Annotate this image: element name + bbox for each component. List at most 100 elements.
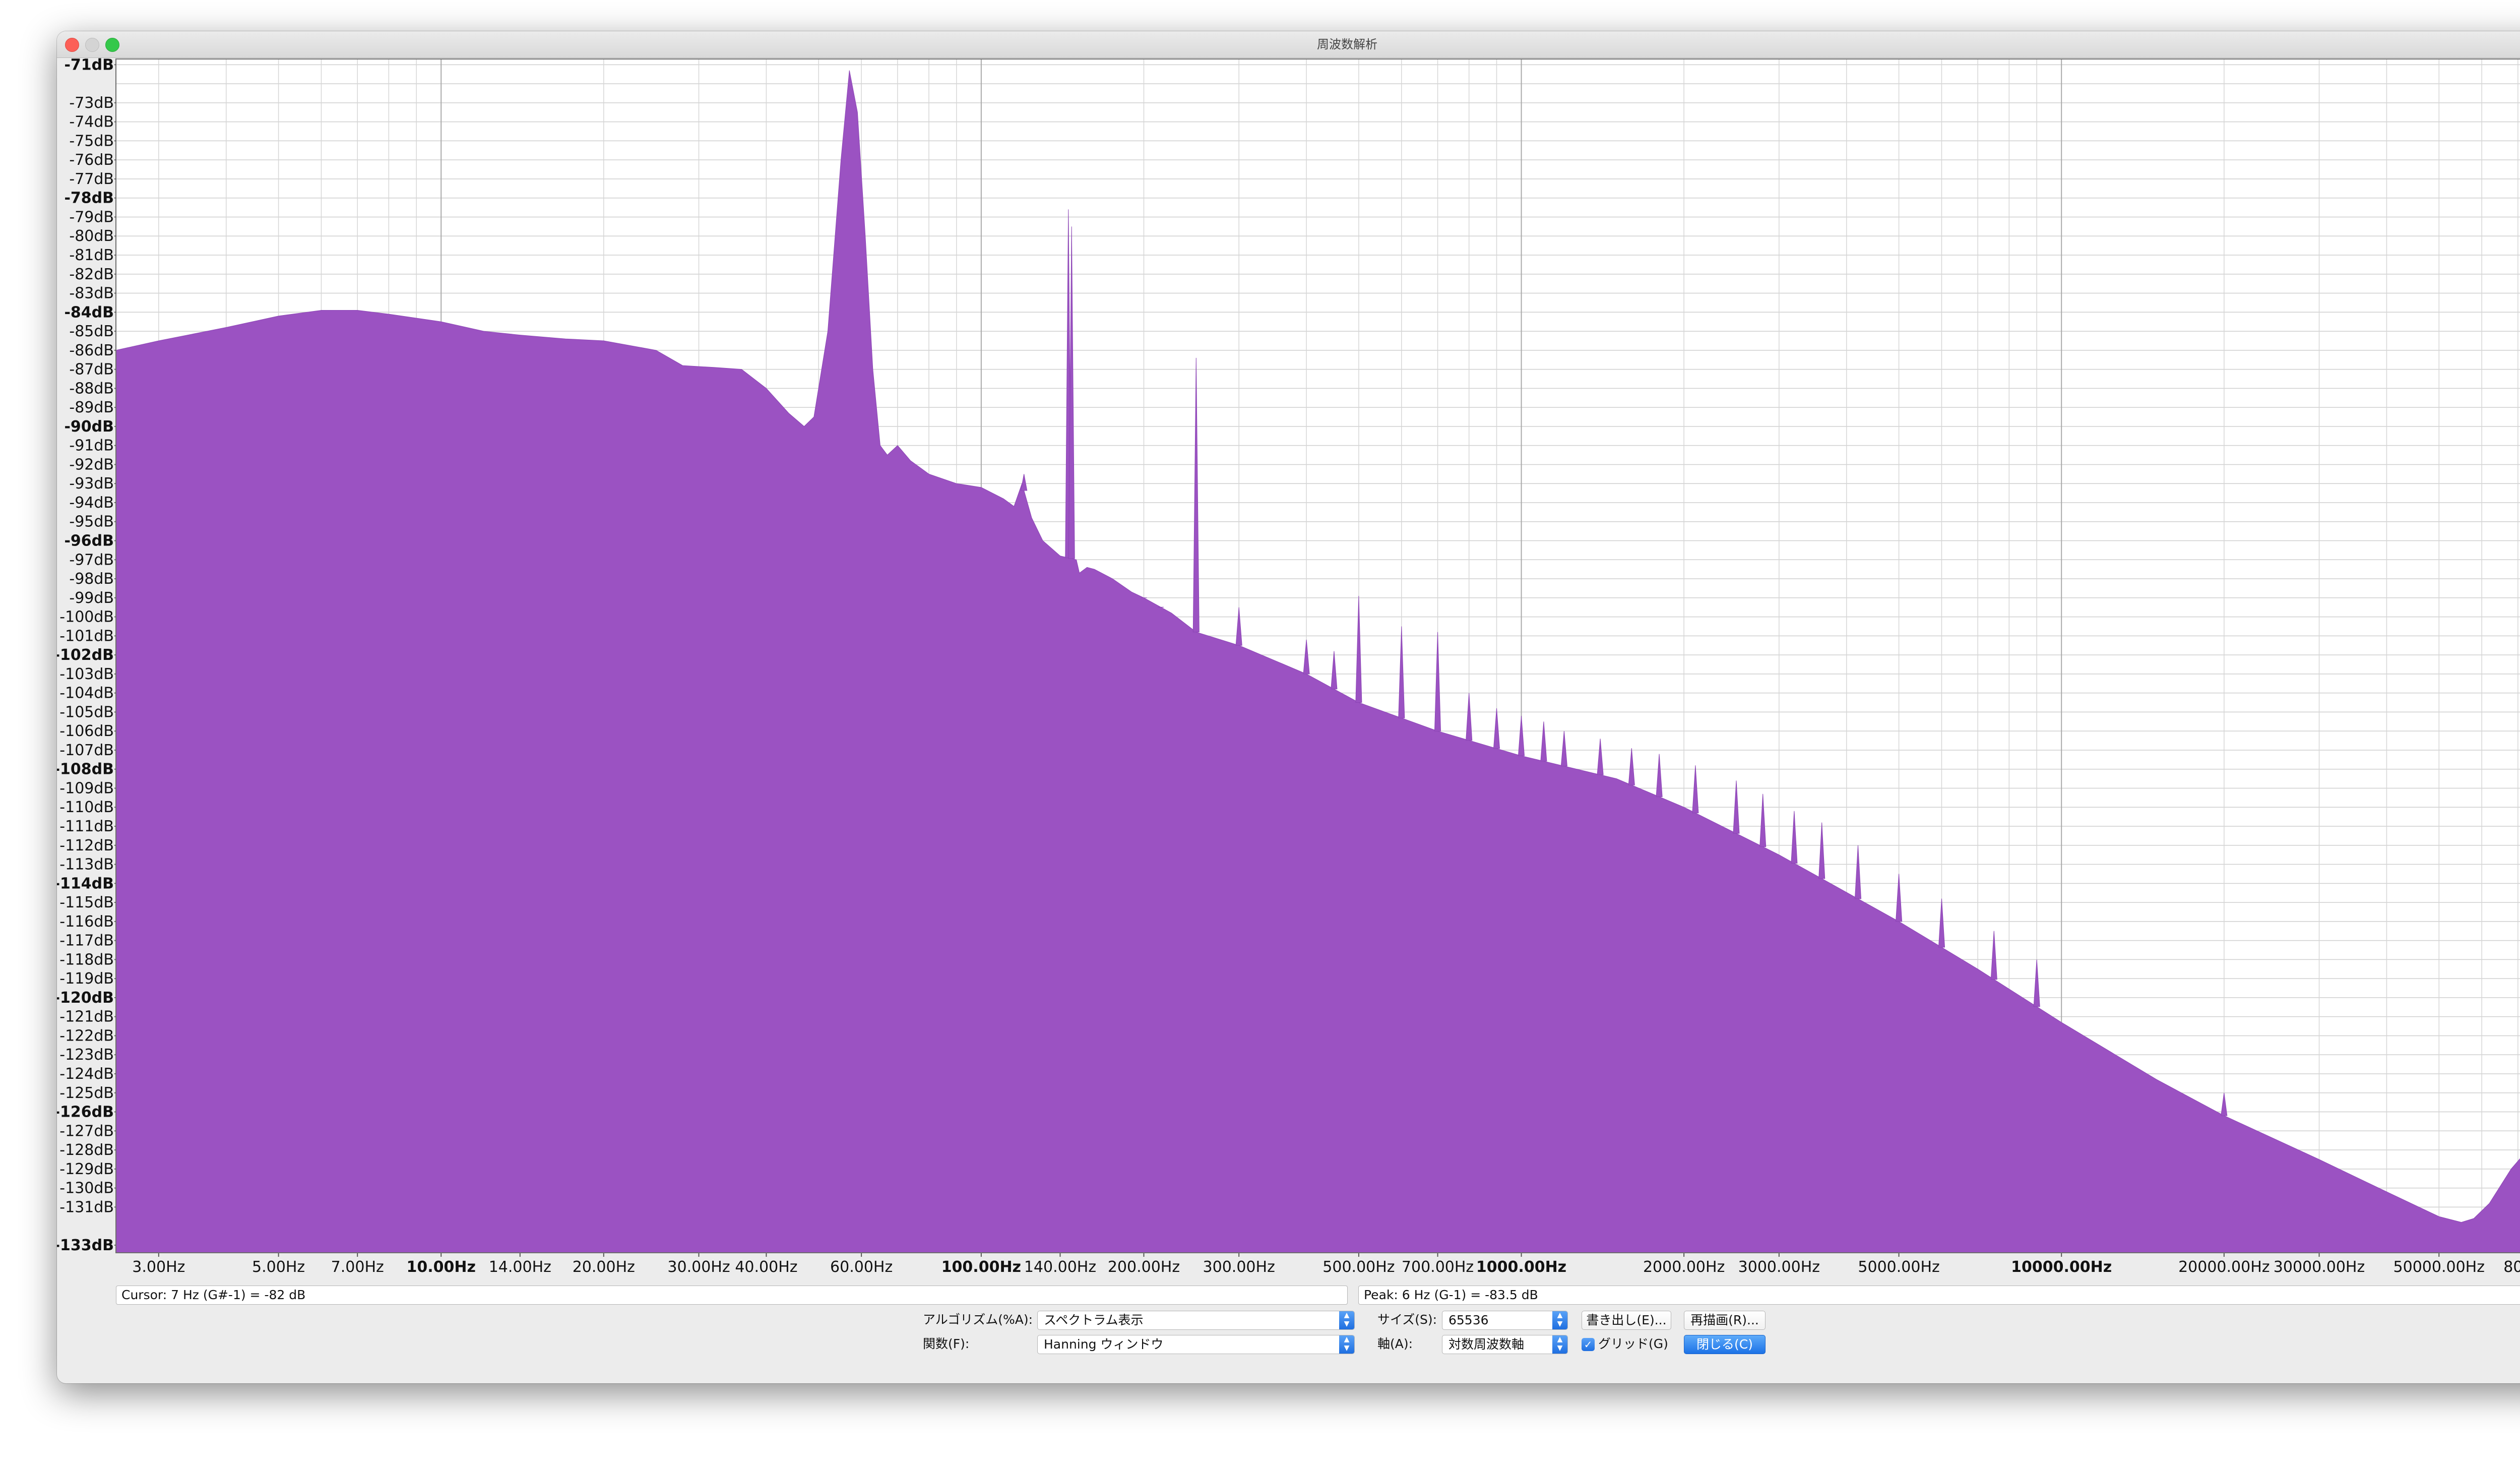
x-tick-label: 5000.00Hz <box>1858 1258 1939 1276</box>
peak-label: Peak: <box>1364 1288 1398 1302</box>
y-tick-label: -95dB <box>69 513 114 531</box>
x-tick-label: 300.00Hz <box>1203 1258 1275 1276</box>
axis-value: 対数周波数軸 <box>1448 1337 1525 1352</box>
x-tick-label: 3000.00Hz <box>1738 1258 1820 1276</box>
y-tick-label: -88dB <box>69 380 114 397</box>
cursor-label: Cursor: <box>121 1288 167 1302</box>
y-tick-label: -99dB <box>69 589 114 607</box>
y-tick-label: -129dB <box>59 1161 114 1178</box>
y-tick-label: -77dB <box>69 170 114 188</box>
function-select[interactable]: Hanning ウィンドウ ▲ ▼ <box>1037 1335 1355 1354</box>
x-axis-labels: 3.00Hz 5.00Hz 7.00Hz 10.00Hz 14.00Hz 20.00Hz 3… <box>132 1253 2520 1276</box>
y-tick-label: -131dB <box>59 1198 114 1216</box>
y-tick-label: -71dB <box>64 56 114 74</box>
y-tick-label: -83dB <box>69 285 114 302</box>
y-tick-label: -100dB <box>59 608 114 626</box>
y-tick-label: -79dB <box>69 208 114 226</box>
y-tick-label: -118dB <box>59 951 114 968</box>
y-tick-label: -90dB <box>64 418 114 436</box>
y-tick-label: -80dB <box>69 227 114 245</box>
y-tick-label: -101dB <box>59 627 114 645</box>
y-tick-label: -112dB <box>59 837 114 854</box>
grid-checkbox-label[interactable]: グリッド(G) <box>1598 1334 1668 1354</box>
y-tick-label: -127dB <box>59 1122 114 1140</box>
axis-select[interactable]: 対数周波数軸 ▲ ▼ <box>1442 1335 1568 1354</box>
x-tick-label: 10000.00Hz <box>2011 1258 2112 1276</box>
cursor-value: 7 Hz (G#-1) = -82 dB <box>171 1288 306 1302</box>
grid-checkbox[interactable]: ✓ <box>1582 1338 1595 1351</box>
size-value: 65536 <box>1448 1313 1489 1327</box>
x-tick-label: 50000.00Hz <box>2393 1258 2485 1276</box>
x-tick-label: 60.00Hz <box>830 1258 893 1276</box>
cursor-readout-box: Cursor: 7 Hz (G#-1) = -82 dB <box>116 1286 1348 1305</box>
y-tick-label: -108dB <box>57 761 114 778</box>
y-tick-label: -81dB <box>69 247 114 264</box>
y-tick-label: -75dB <box>69 132 114 150</box>
export-button[interactable]: 書き出し(E)... <box>1582 1311 1671 1330</box>
y-tick-label: -89dB <box>69 399 114 416</box>
y-tick-label: -91dB <box>69 437 114 455</box>
y-tick-label: -96dB <box>64 532 114 550</box>
size-select[interactable]: 65536 ▲ ▼ <box>1442 1311 1568 1330</box>
x-tick-label: 2000.00Hz <box>1643 1258 1725 1276</box>
y-tick-label: -92dB <box>69 456 114 473</box>
close-button[interactable]: 閉じる(C) <box>1684 1335 1766 1354</box>
chevron-updown-icon: ▲ ▼ <box>1339 1335 1354 1354</box>
y-tick-label: -130dB <box>59 1180 114 1197</box>
y-tick-label: -78dB <box>64 190 114 207</box>
x-tick-label: 20000.00Hz <box>2178 1258 2270 1276</box>
x-tick-label: 30.00Hz <box>667 1258 730 1276</box>
function-label: 関数(F): <box>923 1336 970 1351</box>
x-tick-label: 100.00Hz <box>941 1258 1021 1276</box>
y-tick-label: -76dB <box>69 151 114 169</box>
size-label: サイズ(S): <box>1377 1312 1437 1327</box>
y-axis-labels: -71dB -73dB-74dB-75dB-76dB-77dB -78dB-79dB… <box>57 56 116 1254</box>
y-tick-label: -109dB <box>59 779 114 797</box>
function-value: Hanning ウィンドウ <box>1044 1337 1164 1352</box>
y-tick-label: -119dB <box>59 970 114 988</box>
axis-label: 軸(A): <box>1377 1336 1413 1351</box>
y-tick-label: -74dB <box>69 113 114 131</box>
x-tick-label: 1000.00Hz <box>1476 1258 1566 1276</box>
y-tick-label: -122dB <box>59 1027 114 1045</box>
y-tick-label: -115dB <box>59 894 114 911</box>
y-tick-label: -125dB <box>59 1084 114 1102</box>
y-tick-label: -102dB <box>57 646 114 664</box>
peak-readout-box: Peak: 6 Hz (G-1) = -83.5 dB <box>1358 1286 2520 1305</box>
spectrum-plot[interactable]: -71dB -73dB-74dB-75dB-76dB-77dB -78dB-79dB… <box>57 31 2520 1383</box>
x-tick-label: 140.00Hz <box>1024 1258 1096 1276</box>
y-tick-label: -87dB <box>69 361 114 379</box>
y-tick-label: -103dB <box>59 665 114 683</box>
y-tick-label: -110dB <box>59 799 114 816</box>
x-tick-label: 20.00Hz <box>573 1258 635 1276</box>
y-tick-label: -85dB <box>69 323 114 340</box>
y-tick-label: -94dB <box>69 494 114 512</box>
y-tick-label: -93dB <box>69 475 114 493</box>
y-tick-label: -106dB <box>59 722 114 740</box>
y-tick-label: -82dB <box>69 266 114 283</box>
checkmark-icon: ✓ <box>1584 1338 1593 1351</box>
replot-button[interactable]: 再描画(R)... <box>1684 1311 1766 1330</box>
y-tick-label: -123dB <box>59 1046 114 1064</box>
y-tick-label: -126dB <box>57 1104 114 1121</box>
x-tick-label: 5.00Hz <box>252 1258 305 1276</box>
x-tick-label: 80000.00Hz <box>2503 1258 2520 1276</box>
x-tick-label: 3.00Hz <box>132 1258 185 1276</box>
chevron-updown-icon: ▲ ▼ <box>1552 1335 1567 1354</box>
x-tick-label: 30000.00Hz <box>2274 1258 2365 1276</box>
y-tick-label: -86dB <box>69 342 114 359</box>
y-tick-label: -114dB <box>57 875 114 892</box>
chevron-updown-icon: ▲ ▼ <box>1339 1311 1354 1329</box>
algorithm-select[interactable]: スペクトラム表示 ▲ ▼ <box>1037 1311 1355 1330</box>
y-tick-label: -107dB <box>59 742 114 759</box>
algorithm-label: アルゴリズム(%A): <box>923 1312 1033 1327</box>
x-tick-label: 700.00Hz <box>1402 1258 1474 1276</box>
chevron-updown-icon: ▲ ▼ <box>1552 1311 1567 1329</box>
y-tick-label: -117dB <box>59 932 114 950</box>
x-tick-label: 10.00Hz <box>406 1258 475 1276</box>
frequency-analysis-window: 周波数解析 -71dB -73dB -74dB -75dB -76dB -77dB -78d… <box>57 31 2520 1383</box>
y-tick-label: -133dB <box>57 1237 114 1254</box>
y-tick-label: -128dB <box>59 1141 114 1159</box>
y-tick-label: -73dB <box>69 94 114 112</box>
algorithm-value: スペクトラム表示 <box>1044 1313 1144 1327</box>
